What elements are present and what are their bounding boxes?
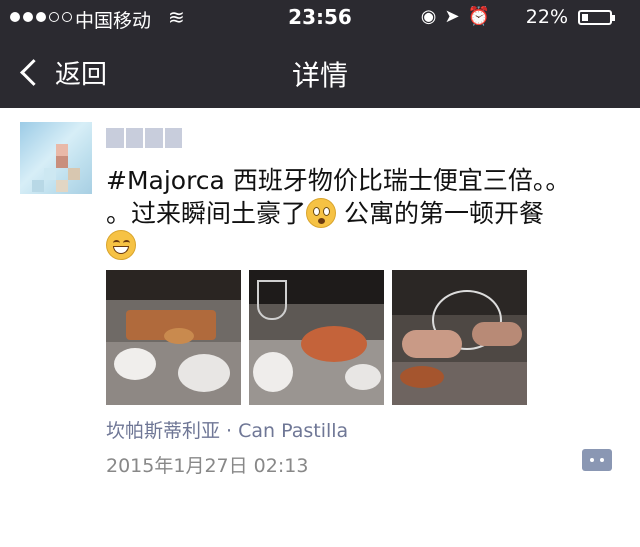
photo-thumbnail-1[interactable]	[106, 270, 241, 405]
grinning-emoji-icon	[106, 230, 136, 260]
status-bar: 中国移动 ≋ 23:56 ◉➤⏰ 22%	[0, 0, 640, 36]
rotation-lock-icon: ◉	[420, 6, 445, 27]
post-text: #Majorca 西班牙物价比瑞士便宜三倍。。 。过来瞬间土豪了 公寓的第一顿开…	[106, 164, 606, 230]
nav-bar: 返回 详情	[0, 36, 640, 108]
top-bar: 中国移动 ≋ 23:56 ◉➤⏰ 22% 返回 详情	[0, 0, 640, 108]
post-timestamp: 2015年1月27日 02:13	[106, 455, 309, 477]
photo-thumbnail-2[interactable]	[249, 270, 384, 405]
location-link[interactable]: 坎帕斯蒂利亚 · Can Pastilla	[106, 416, 348, 443]
flushed-emoji-icon	[306, 198, 337, 228]
photo-thumbnail-3[interactable]	[392, 270, 527, 405]
post-text-line2: 。过来瞬间土豪了 公寓的第一顿开餐	[106, 198, 544, 228]
location-icon: ➤	[444, 6, 468, 27]
post-text-line1: #Majorca 西班牙物价比瑞士便宜三倍。。	[106, 166, 571, 195]
status-icons: ◉➤⏰	[421, 6, 498, 27]
alarm-icon: ⏰	[467, 6, 498, 27]
avatar[interactable]	[20, 122, 92, 194]
battery-percent: 22%	[525, 6, 568, 28]
comment-icon[interactable]	[582, 449, 612, 471]
battery-icon	[578, 10, 615, 25]
page-title: 详情	[291, 59, 348, 92]
username-blurred[interactable]	[106, 128, 182, 148]
